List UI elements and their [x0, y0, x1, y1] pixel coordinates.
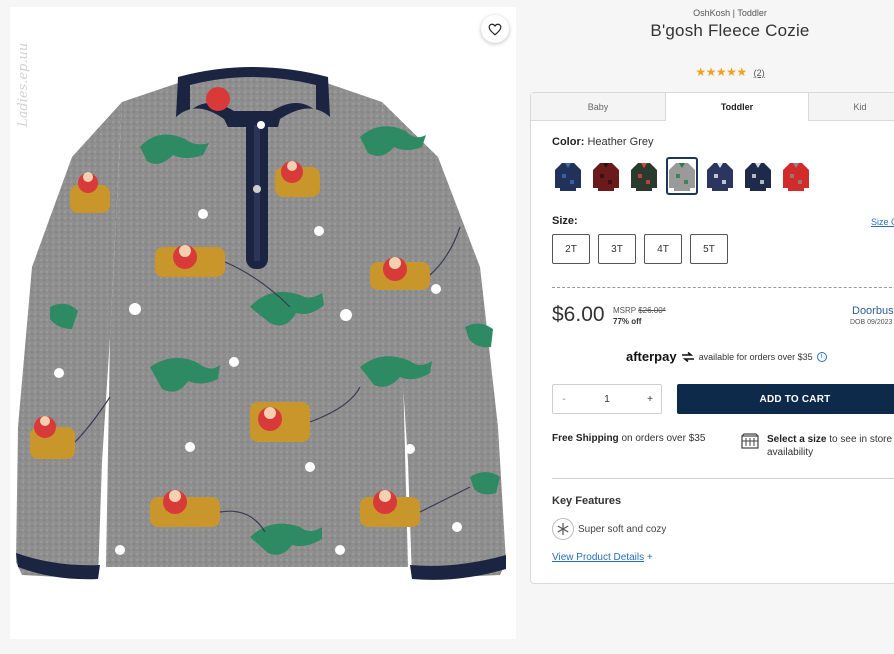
sale-price: $6.00	[552, 303, 605, 326]
snowflake-icon	[552, 518, 574, 540]
shipping-info: Free Shipping on orders over $35	[552, 433, 705, 444]
purchase-card: Baby Toddler Kid Color: Heather Grey Siz…	[530, 92, 894, 584]
size-option-3t[interactable]: 3T	[598, 234, 636, 264]
size-option-2t[interactable]: 2T	[552, 234, 590, 264]
tab-baby[interactable]: Baby	[531, 93, 665, 121]
size-label: Size:	[552, 215, 578, 227]
info-icon[interactable]: i	[816, 351, 827, 362]
store-text: Select a size to see in store availabili…	[767, 433, 894, 459]
afterpay-text: available for orders over $35	[698, 351, 813, 362]
watermark: Ladies.ep.uu	[16, 42, 31, 127]
heart-icon	[488, 23, 502, 36]
percent-off: 77% off	[613, 317, 642, 326]
shipping-text: on orders over $35	[618, 433, 706, 444]
sweater-thumbnail-icon	[707, 163, 733, 191]
quantity-decrease-button[interactable]: -	[553, 394, 575, 405]
color-label: Color:	[552, 136, 585, 148]
size-chart-link[interactable]: Size Chart	[871, 217, 894, 227]
product-page: Ladies.ep.uu OshKosh | Toddler B'gosh Fl…	[0, 0, 894, 654]
view-product-details-link[interactable]: View Product Details +	[552, 552, 653, 563]
color-selector-label: Color: Heather Grey	[552, 136, 653, 148]
select-size-label: Select a size	[767, 434, 827, 445]
color-swatch-dark-print[interactable]	[628, 157, 660, 195]
price-divider	[552, 287, 894, 288]
star-rating-icon: ★★★★★	[695, 65, 747, 79]
color-swatch-heather-grey[interactable]	[666, 157, 698, 195]
afterpay-message: afterpay available for orders over $35 i	[626, 349, 827, 364]
product-image[interactable]	[10, 7, 516, 639]
brand-label: OshKosh | Toddler	[693, 8, 767, 18]
afterpay-arrows-icon	[681, 351, 694, 362]
color-swatch-navy-print[interactable]	[552, 157, 584, 195]
section-divider	[552, 478, 894, 479]
age-tabs: Baby Toddler Kid	[531, 93, 894, 121]
msrp-label: MSRP	[613, 306, 636, 315]
quantity-stepper: - 1 +	[552, 384, 662, 414]
sweater-thumbnail-icon	[631, 163, 657, 191]
product-title: B'gosh Fleece Cozie	[650, 21, 810, 40]
afterpay-logo: afterpay	[626, 349, 677, 364]
key-feature-item: Super soft and cozy	[552, 518, 666, 540]
size-options: 2T 3T 4T 5T	[552, 234, 728, 264]
color-swatch-grey-navy-colorblock[interactable]	[742, 157, 774, 195]
wishlist-button[interactable]	[481, 15, 509, 43]
color-value: Heather Grey	[587, 136, 654, 148]
size-option-4t[interactable]: 4T	[644, 234, 682, 264]
add-to-cart-button[interactable]: ADD TO CART	[677, 384, 894, 414]
store-availability: Select a size to see in store availabili…	[741, 433, 894, 459]
details-link-label[interactable]: View Product Details	[552, 552, 644, 563]
free-shipping-label: Free Shipping	[552, 433, 619, 444]
sweater-thumbnail-icon	[593, 163, 619, 191]
msrp: MSRP $26.00*	[613, 306, 666, 316]
sweater-thumbnail-icon	[745, 163, 771, 191]
dob-date: DOB 09/2023	[850, 319, 893, 326]
color-swatch-red-plaid[interactable]	[590, 157, 622, 195]
sweater-thumbnail-icon	[555, 163, 581, 191]
quantity-input[interactable]: 1	[604, 394, 610, 405]
color-swatch-navy-buffalo-check[interactable]	[704, 157, 736, 195]
key-features-title: Key Features	[552, 495, 622, 507]
details-plus-icon[interactable]: +	[647, 552, 653, 563]
product-image-panel: Ladies.ep.uu	[10, 7, 516, 639]
rating: ★★★★★ (2)	[530, 65, 894, 79]
review-count-link[interactable]: (2)	[754, 68, 765, 78]
doorbuster-badge: Doorbuster	[852, 305, 894, 317]
key-feature-text: Super soft and cozy	[578, 523, 667, 535]
sweater-thumbnail-icon	[669, 163, 695, 191]
msrp-value: $26.00*	[638, 306, 666, 315]
color-swatches	[552, 157, 812, 195]
size-option-5t[interactable]: 5T	[690, 234, 728, 264]
tab-kid[interactable]: Kid	[809, 93, 894, 121]
tab-toddler[interactable]: Toddler	[665, 93, 809, 121]
quantity-increase-button[interactable]: +	[639, 394, 661, 405]
color-swatch-red-grey-colorblock[interactable]	[780, 157, 812, 195]
sweater-thumbnail-icon	[783, 163, 809, 191]
store-icon	[741, 433, 759, 449]
